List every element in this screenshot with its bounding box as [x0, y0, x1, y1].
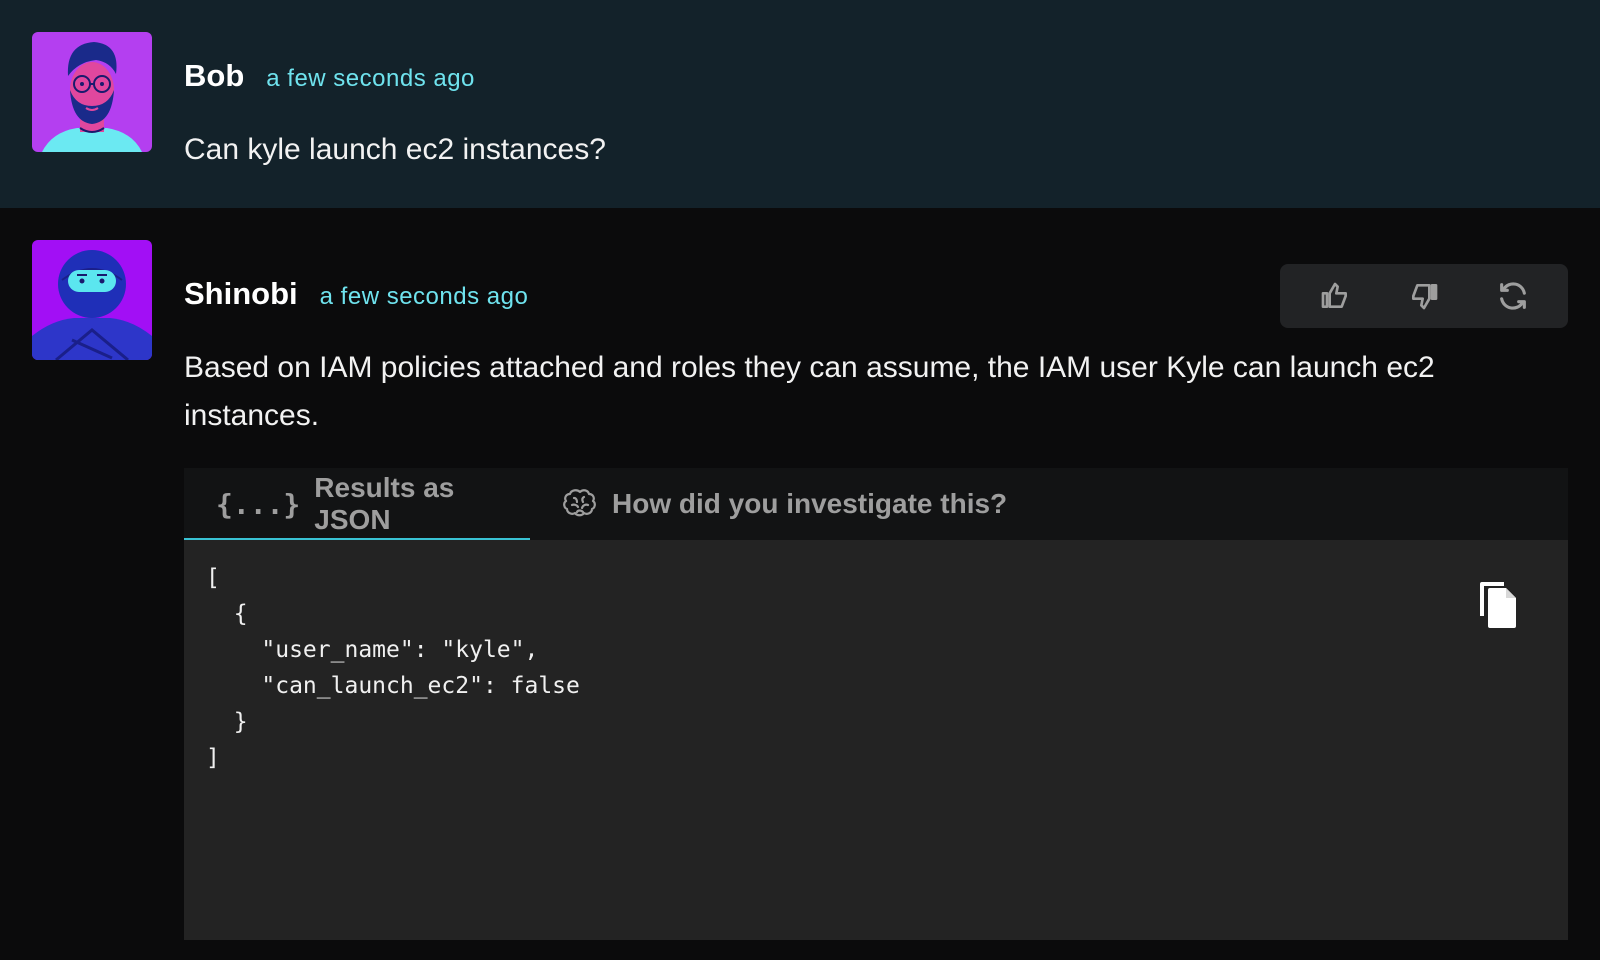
regenerate-button[interactable]: [1489, 272, 1537, 320]
bot-message: Shinobi a few seconds ago Based on IAM p…: [0, 208, 1600, 960]
copy-button[interactable]: [1474, 580, 1522, 632]
user-author-name: Bob: [184, 58, 245, 93]
feedback-toolbar: [1280, 264, 1568, 328]
bot-message-header: Shinobi a few seconds ago: [184, 276, 528, 312]
tab-results-json-label: Results as JSON: [314, 472, 455, 535]
thumbs-down-icon: [1411, 284, 1438, 310]
user-avatar: [32, 32, 152, 152]
user-timestamp: a few seconds ago: [266, 65, 475, 92]
refresh-icon: [1500, 282, 1527, 310]
thumbs-down-button[interactable]: [1400, 272, 1448, 320]
tab-investigation[interactable]: How did you investigate this?: [530, 468, 1037, 540]
copy-icon: [1480, 582, 1516, 628]
bot-message-text: Based on IAM policies attached and roles…: [184, 351, 1435, 432]
bot-avatar: [32, 240, 152, 360]
json-code-block: [ { "user_name": "kyle", "can_launch_ec2…: [206, 565, 580, 771]
tab-results-json[interactable]: {...} Results as JSON: [184, 468, 530, 540]
tab-investigation-label: How did you investigate this?: [612, 488, 1008, 519]
json-braces-icon: {...}: [216, 487, 301, 521]
bot-timestamp: a few seconds ago: [319, 283, 529, 310]
thumbs-up-button[interactable]: [1311, 272, 1359, 320]
brain-icon: [562, 488, 598, 520]
results-panel: {...} Results as JSON How did you invest…: [184, 468, 1568, 940]
thumbs-up-icon: [1321, 282, 1347, 308]
bot-author-name: Shinobi: [184, 276, 298, 311]
user-message-text: Can kyle launch ec2 instances?: [184, 133, 606, 166]
user-message-header: Bob a few seconds ago: [184, 58, 475, 94]
results-tabs: {...} Results as JSON How did you invest…: [184, 468, 1568, 540]
user-message: Bob a few seconds ago Can kyle launch ec…: [0, 0, 1600, 208]
